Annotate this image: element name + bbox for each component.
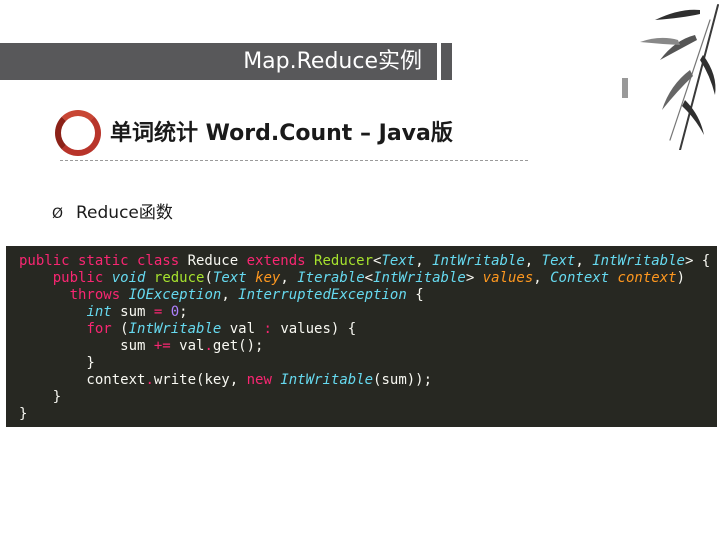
code-token: ( <box>120 321 129 337</box>
page-title: Map.Reduce实例 <box>243 49 422 74</box>
code-token: . <box>204 338 213 354</box>
code-token: IOException <box>128 287 222 303</box>
code-line: public void reduce(Text key, Iterable<In… <box>19 270 717 287</box>
code-token: Text <box>381 253 416 269</box>
code-token: > { <box>684 253 711 269</box>
code-token: Iterable <box>297 270 365 286</box>
code-token: IntWritable <box>128 321 230 337</box>
code-token: } <box>19 355 95 371</box>
code-token: IntWritable <box>592 253 685 269</box>
code-token: public static class <box>19 253 188 269</box>
code-token: new <box>246 372 281 388</box>
code-token: . <box>145 372 154 388</box>
arrow-bullet-icon: Ø <box>52 206 64 222</box>
code-block: public static class Reduce extends Reduc… <box>6 246 717 427</box>
bullet-item: Ø Reduce函数 <box>52 198 173 223</box>
code-token: sum <box>19 338 154 354</box>
code-line: } <box>19 355 717 372</box>
code-token: : <box>263 321 281 337</box>
code-token: val <box>229 321 264 337</box>
code-token: IntWritable <box>432 253 525 269</box>
code-token: , <box>415 253 433 269</box>
title-accent <box>441 43 452 80</box>
code-token: Text <box>212 270 256 286</box>
code-token: { <box>415 287 424 303</box>
code-token: write(key, <box>153 372 247 388</box>
code-token: = <box>153 304 171 320</box>
code-line: sum += val.get(); <box>19 338 717 355</box>
code-token: int <box>86 304 121 320</box>
code-token: key <box>255 270 281 286</box>
ring-center <box>67 122 89 144</box>
code-token: , <box>575 253 593 269</box>
code-token: sum <box>120 304 154 320</box>
code-token: IntWritable <box>280 372 374 388</box>
code-token: for <box>86 321 121 337</box>
code-token: ( <box>204 270 213 286</box>
code-token: values <box>482 270 534 286</box>
code-line: for (IntWritable val : values) { <box>19 321 717 338</box>
bullet-text: Reduce函数 <box>76 203 173 223</box>
code-token: context <box>19 372 146 388</box>
code-line: throws IOException, InterruptedException… <box>19 287 717 304</box>
code-token: void <box>111 270 154 286</box>
code-line: public static class Reduce extends Reduc… <box>19 253 717 270</box>
code-line: int sum = 0; <box>19 304 717 321</box>
code-line: } <box>19 406 717 423</box>
code-line: } <box>19 389 717 406</box>
code-token: < <box>364 270 374 286</box>
code-token: Reducer <box>314 253 374 269</box>
code-token: Text <box>541 253 576 269</box>
code-token: get(); <box>212 338 264 354</box>
code-token: , <box>524 253 542 269</box>
code-line: context.write(key, new IntWritable(sum))… <box>19 372 717 389</box>
code-token: ) <box>676 270 685 286</box>
code-token: (sum)); <box>373 372 433 388</box>
code-token: , <box>280 270 298 286</box>
code-token: } <box>19 389 62 405</box>
section-subtitle: 单词统计 Word.Count – Java版 <box>110 121 453 146</box>
code-token: > <box>465 270 483 286</box>
code-token: IntWritable <box>373 270 466 286</box>
code-token: InterruptedException <box>238 287 416 303</box>
bamboo-ink-icon <box>622 4 719 150</box>
code-token: public <box>52 270 112 286</box>
code-token: 0 <box>170 304 180 320</box>
code-token: val <box>179 338 205 354</box>
code-token: reduce <box>153 270 205 286</box>
code-token: += <box>153 338 180 354</box>
code-token: , <box>533 270 551 286</box>
code-token: Context <box>550 270 618 286</box>
code-token: extends <box>246 253 315 269</box>
code-token: context <box>617 270 677 286</box>
code-token: ; <box>179 304 188 320</box>
code-token: } <box>19 406 28 422</box>
code-token: values) { <box>280 321 357 337</box>
code-token: throws <box>69 287 129 303</box>
dashed-divider <box>60 160 528 161</box>
code-token: , <box>221 287 239 303</box>
code-token: Reduce <box>187 253 247 269</box>
